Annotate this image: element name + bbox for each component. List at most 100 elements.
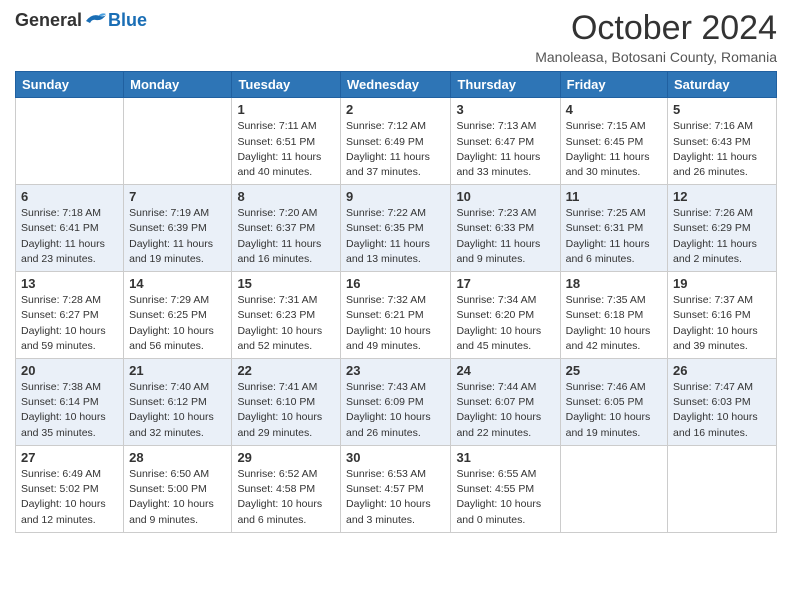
day-info: Sunrise: 7:32 AMSunset: 6:21 PMDaylight:… — [346, 293, 445, 354]
day-number: 15 — [237, 276, 335, 291]
calendar-cell-w1-d3: 2 Sunrise: 7:12 AMSunset: 6:49 PMDaylight… — [341, 98, 451, 185]
day-info: Sunrise: 7:37 AMSunset: 6:16 PMDaylight:… — [673, 293, 771, 354]
calendar-cell-w1-d1 — [124, 98, 232, 185]
header-thursday: Thursday — [451, 72, 560, 98]
day-info: Sunrise: 7:25 AMSunset: 6:31 PMDaylight:… — [566, 206, 662, 267]
day-info: Sunrise: 6:53 AMSunset: 4:57 PMDaylight:… — [346, 467, 445, 528]
calendar-cell-w1-d5: 4 Sunrise: 7:15 AMSunset: 6:45 PMDaylight… — [560, 98, 667, 185]
calendar-cell-w5-d5 — [560, 445, 667, 532]
calendar-cell-w5-d1: 28 Sunrise: 6:50 AMSunset: 5:00 PMDayligh… — [124, 445, 232, 532]
month-title: October 2024 — [535, 10, 777, 47]
day-info: Sunrise: 7:35 AMSunset: 6:18 PMDaylight:… — [566, 293, 662, 354]
day-number: 1 — [237, 102, 335, 117]
day-info: Sunrise: 7:41 AMSunset: 6:10 PMDaylight:… — [237, 380, 335, 441]
day-number: 13 — [21, 276, 118, 291]
day-number: 12 — [673, 189, 771, 204]
calendar-cell-w4-d4: 24Sunrise: 7:44 AMSunset: 6:07 PMDayligh… — [451, 359, 560, 446]
day-number: 21 — [129, 363, 226, 378]
weekday-header-row: Sunday Monday Tuesday Wednesday Thursday… — [16, 72, 777, 98]
day-number: 14 — [129, 276, 226, 291]
day-number: 31 — [456, 450, 554, 465]
day-info: Sunrise: 6:49 AMSunset: 5:02 PMDaylight:… — [21, 467, 118, 528]
day-number: 5 — [673, 102, 771, 117]
header-friday: Friday — [560, 72, 667, 98]
calendar-cell-w3-d5: 18Sunrise: 7:35 AMSunset: 6:18 PMDayligh… — [560, 272, 667, 359]
header-sunday: Sunday — [16, 72, 124, 98]
day-number: 25 — [566, 363, 662, 378]
logo-general-text: General — [15, 10, 82, 31]
calendar-cell-w2-d3: 9Sunrise: 7:22 AMSunset: 6:35 PMDaylight… — [341, 185, 451, 272]
day-info: Sunrise: 7:11 AMSunset: 6:51 PMDaylight:… — [237, 119, 335, 180]
calendar-cell-w2-d5: 11Sunrise: 7:25 AMSunset: 6:31 PMDayligh… — [560, 185, 667, 272]
day-number: 3 — [456, 102, 554, 117]
calendar-cell-w5-d4: 31 Sunrise: 6:55 AMSunset: 4:55 PMDayligh… — [451, 445, 560, 532]
calendar-cell-w3-d4: 17Sunrise: 7:34 AMSunset: 6:20 PMDayligh… — [451, 272, 560, 359]
calendar-cell-w2-d2: 8Sunrise: 7:20 AMSunset: 6:37 PMDaylight… — [232, 185, 341, 272]
day-number: 27 — [21, 450, 118, 465]
day-info: Sunrise: 7:31 AMSunset: 6:23 PMDaylight:… — [237, 293, 335, 354]
location-subtitle: Manoleasa, Botosani County, Romania — [535, 49, 777, 65]
day-number: 26 — [673, 363, 771, 378]
calendar-cell-w1-d4: 3Sunrise: 7:13 AMSunset: 6:47 PMDaylight… — [451, 98, 560, 185]
header: General Blue October 2024 Manoleasa, Bot… — [15, 10, 777, 65]
day-info: Sunrise: 7:38 AMSunset: 6:14 PMDaylight:… — [21, 380, 118, 441]
day-info: Sunrise: 7:40 AMSunset: 6:12 PMDaylight:… — [129, 380, 226, 441]
calendar-cell-w5-d3: 30 Sunrise: 6:53 AMSunset: 4:57 PMDayligh… — [341, 445, 451, 532]
week-row-4: 20 Sunrise: 7:38 AMSunset: 6:14 PMDayligh… — [16, 359, 777, 446]
week-row-5: 27 Sunrise: 6:49 AMSunset: 5:02 PMDayligh… — [16, 445, 777, 532]
day-info: Sunrise: 7:15 AMSunset: 6:45 PMDaylight:… — [566, 119, 662, 180]
calendar-cell-w4-d3: 23Sunrise: 7:43 AMSunset: 6:09 PMDayligh… — [341, 359, 451, 446]
calendar-cell-w3-d6: 19 Sunrise: 7:37 AMSunset: 6:16 PMDayligh… — [668, 272, 777, 359]
day-info: Sunrise: 6:52 AMSunset: 4:58 PMDaylight:… — [237, 467, 335, 528]
header-wednesday: Wednesday — [341, 72, 451, 98]
title-section: October 2024 Manoleasa, Botosani County,… — [535, 10, 777, 65]
calendar-cell-w1-d2: 1 Sunrise: 7:11 AMSunset: 6:51 PMDaylight… — [232, 98, 341, 185]
calendar-cell-w2-d4: 10Sunrise: 7:23 AMSunset: 6:33 PMDayligh… — [451, 185, 560, 272]
day-info: Sunrise: 6:50 AMSunset: 5:00 PMDaylight:… — [129, 467, 226, 528]
day-number: 16 — [346, 276, 445, 291]
calendar-cell-w4-d5: 25 Sunrise: 7:46 AMSunset: 6:05 PMDayligh… — [560, 359, 667, 446]
calendar-cell-w4-d0: 20 Sunrise: 7:38 AMSunset: 6:14 PMDayligh… — [16, 359, 124, 446]
day-number: 29 — [237, 450, 335, 465]
day-number: 4 — [566, 102, 662, 117]
day-info: Sunrise: 7:46 AMSunset: 6:05 PMDaylight:… — [566, 380, 662, 441]
calendar-cell-w3-d2: 15 Sunrise: 7:31 AMSunset: 6:23 PMDayligh… — [232, 272, 341, 359]
calendar-cell-w4-d1: 21 Sunrise: 7:40 AMSunset: 6:12 PMDayligh… — [124, 359, 232, 446]
day-info: Sunrise: 7:44 AMSunset: 6:07 PMDaylight:… — [456, 380, 554, 441]
day-number: 19 — [673, 276, 771, 291]
logo-bird-icon — [84, 11, 108, 31]
calendar-cell-w1-d0 — [16, 98, 124, 185]
day-number: 10 — [456, 189, 554, 204]
header-saturday: Saturday — [668, 72, 777, 98]
day-info: Sunrise: 7:19 AMSunset: 6:39 PMDaylight:… — [129, 206, 226, 267]
page: General Blue October 2024 Manoleasa, Bot… — [0, 0, 792, 548]
calendar-cell-w3-d1: 14Sunrise: 7:29 AMSunset: 6:25 PMDayligh… — [124, 272, 232, 359]
day-info: Sunrise: 6:55 AMSunset: 4:55 PMDaylight:… — [456, 467, 554, 528]
calendar-cell-w5-d2: 29 Sunrise: 6:52 AMSunset: 4:58 PMDayligh… — [232, 445, 341, 532]
calendar-cell-w5-d6 — [668, 445, 777, 532]
day-number: 28 — [129, 450, 226, 465]
calendar-cell-w3-d0: 13Sunrise: 7:28 AMSunset: 6:27 PMDayligh… — [16, 272, 124, 359]
logo-blue-text: Blue — [108, 10, 147, 31]
calendar-cell-w5-d0: 27 Sunrise: 6:49 AMSunset: 5:02 PMDayligh… — [16, 445, 124, 532]
day-number: 23 — [346, 363, 445, 378]
calendar-cell-w3-d3: 16 Sunrise: 7:32 AMSunset: 6:21 PMDayligh… — [341, 272, 451, 359]
day-info: Sunrise: 7:34 AMSunset: 6:20 PMDaylight:… — [456, 293, 554, 354]
day-number: 30 — [346, 450, 445, 465]
week-row-1: 1 Sunrise: 7:11 AMSunset: 6:51 PMDaylight… — [16, 98, 777, 185]
day-number: 22 — [237, 363, 335, 378]
day-number: 7 — [129, 189, 226, 204]
day-info: Sunrise: 7:22 AMSunset: 6:35 PMDaylight:… — [346, 206, 445, 267]
day-number: 20 — [21, 363, 118, 378]
calendar-table: Sunday Monday Tuesday Wednesday Thursday… — [15, 71, 777, 532]
day-number: 6 — [21, 189, 118, 204]
calendar-cell-w2-d6: 12 Sunrise: 7:26 AMSunset: 6:29 PMDayligh… — [668, 185, 777, 272]
day-number: 2 — [346, 102, 445, 117]
week-row-2: 6Sunrise: 7:18 AMSunset: 6:41 PMDaylight… — [16, 185, 777, 272]
header-tuesday: Tuesday — [232, 72, 341, 98]
day-info: Sunrise: 7:26 AMSunset: 6:29 PMDaylight:… — [673, 206, 771, 267]
calendar-cell-w4-d6: 26Sunrise: 7:47 AMSunset: 6:03 PMDayligh… — [668, 359, 777, 446]
calendar-cell-w4-d2: 22 Sunrise: 7:41 AMSunset: 6:10 PMDayligh… — [232, 359, 341, 446]
logo: General Blue — [15, 10, 147, 31]
day-info: Sunrise: 7:12 AMSunset: 6:49 PMDaylight:… — [346, 119, 445, 180]
